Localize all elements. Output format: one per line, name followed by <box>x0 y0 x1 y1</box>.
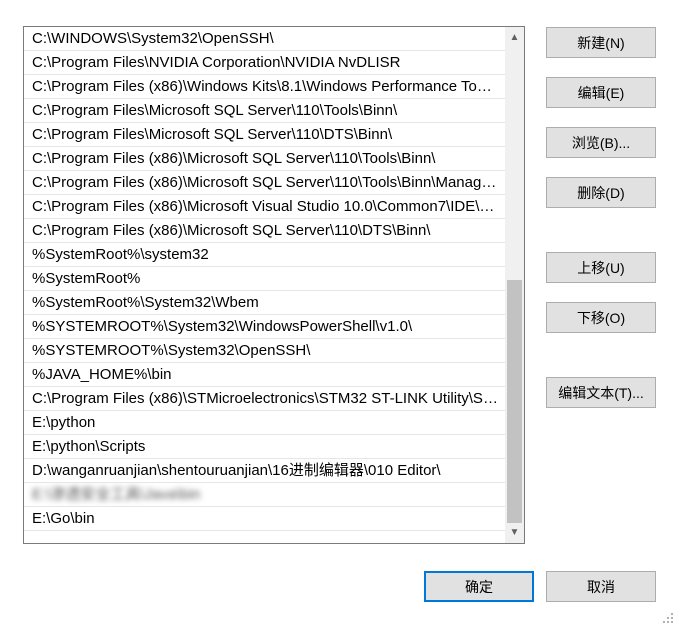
list-item[interactable]: E:\Go\bin <box>24 507 505 531</box>
cancel-button[interactable]: 取消 <box>546 571 656 602</box>
list-item-text: %JAVA_HOME%\bin <box>32 366 172 383</box>
move-up-button[interactable]: 上移(U) <box>546 252 656 283</box>
list-item-text: %SYSTEMROOT%\System32\WindowsPowerShell\… <box>32 318 413 335</box>
ok-button[interactable]: 确定 <box>424 571 534 602</box>
scroll-thumb[interactable] <box>507 280 522 523</box>
resize-grip-icon[interactable] <box>661 611 673 623</box>
path-list[interactable]: C:\WINDOWS\System32\OpenSSH\ C:\Program … <box>23 26 525 544</box>
list-item[interactable]: C:\Program Files (x86)\Microsoft Visual … <box>24 195 505 219</box>
list-item[interactable]: D:\wanganruanjian\shentouruanjian\16进制编辑… <box>24 459 505 483</box>
list-item[interactable]: %JAVA_HOME%\bin <box>24 363 505 387</box>
list-item-text: C:\Program Files (x86)\STMicroelectronic… <box>32 390 505 407</box>
list-item-text: C:\WINDOWS\System32\OpenSSH\ <box>32 30 274 47</box>
list-item[interactable]: C:\Program Files (x86)\STMicroelectronic… <box>24 387 505 411</box>
list-item[interactable]: %SYSTEMROOT%\System32\OpenSSH\ <box>24 339 505 363</box>
list-item[interactable]: C:\Program Files (x86)\Microsoft SQL Ser… <box>24 171 505 195</box>
list-item-text: C:\Program Files (x86)\Microsoft SQL Ser… <box>32 150 436 167</box>
list-item-text: C:\Program Files\Microsoft SQL Server\11… <box>32 102 398 119</box>
list-item[interactable]: %SYSTEMROOT%\System32\WindowsPowerShell\… <box>24 315 505 339</box>
edit-button[interactable]: 编辑(E) <box>546 77 656 108</box>
list-item-text: D:\wanganruanjian\shentouruanjian\16进制编辑… <box>32 462 441 479</box>
list-item-redacted[interactable]: E:\渗透安全工具\Java\bin <box>24 483 505 507</box>
list-item[interactable]: C:\Program Files (x86)\Windows Kits\8.1\… <box>24 75 505 99</box>
list-item-text: C:\Program Files (x86)\Windows Kits\8.1\… <box>32 78 505 95</box>
list-item-text: E:\Go\bin <box>32 510 95 527</box>
scroll-up-icon[interactable]: ▲ <box>505 29 524 46</box>
edit-text-button[interactable]: 编辑文本(T)... <box>546 377 656 408</box>
list-item-text: E:\python <box>32 414 96 431</box>
new-button[interactable]: 新建(N) <box>546 27 656 58</box>
scroll-down-icon[interactable]: ▼ <box>505 524 524 541</box>
list-item-text: %SYSTEMROOT%\System32\OpenSSH\ <box>32 342 311 359</box>
vertical-scrollbar[interactable]: ▲ ▼ <box>505 27 524 543</box>
list-item[interactable]: %SystemRoot% <box>24 267 505 291</box>
list-item[interactable]: C:\Program Files\Microsoft SQL Server\11… <box>24 123 505 147</box>
list-item-text: %SystemRoot%\System32\Wbem <box>32 294 259 311</box>
list-item-text: C:\Program Files\NVIDIA Corporation\NVID… <box>32 54 401 71</box>
list-item-text: C:\Program Files (x86)\Microsoft SQL Ser… <box>32 222 431 239</box>
list-item-text: C:\Program Files\Microsoft SQL Server\11… <box>32 126 393 143</box>
delete-button[interactable]: 删除(D) <box>546 177 656 208</box>
path-rows: C:\WINDOWS\System32\OpenSSH\ C:\Program … <box>24 27 505 531</box>
list-item[interactable]: %SystemRoot%\System32\Wbem <box>24 291 505 315</box>
list-item[interactable]: C:\WINDOWS\System32\OpenSSH\ <box>24 27 505 51</box>
list-item-text: C:\Program Files (x86)\Microsoft Visual … <box>32 198 505 215</box>
list-item[interactable]: C:\Program Files\Microsoft SQL Server\11… <box>24 99 505 123</box>
list-item-text: C:\Program Files (x86)\Microsoft SQL Ser… <box>32 174 505 191</box>
list-item-text: %SystemRoot%\system32 <box>32 246 209 263</box>
list-item[interactable]: E:\python\Scripts <box>24 435 505 459</box>
list-item[interactable]: C:\Program Files (x86)\Microsoft SQL Ser… <box>24 219 505 243</box>
list-item[interactable]: %SystemRoot%\system32 <box>24 243 505 267</box>
list-item-text: %SystemRoot% <box>32 270 141 287</box>
list-item[interactable]: C:\Program Files\NVIDIA Corporation\NVID… <box>24 51 505 75</box>
list-item-text: E:\渗透安全工具\Java\bin <box>32 486 201 503</box>
list-item[interactable]: C:\Program Files (x86)\Microsoft SQL Ser… <box>24 147 505 171</box>
browse-button[interactable]: 浏览(B)... <box>546 127 656 158</box>
move-down-button[interactable]: 下移(O) <box>546 302 656 333</box>
list-item-text: E:\python\Scripts <box>32 438 146 455</box>
list-item[interactable]: E:\python <box>24 411 505 435</box>
